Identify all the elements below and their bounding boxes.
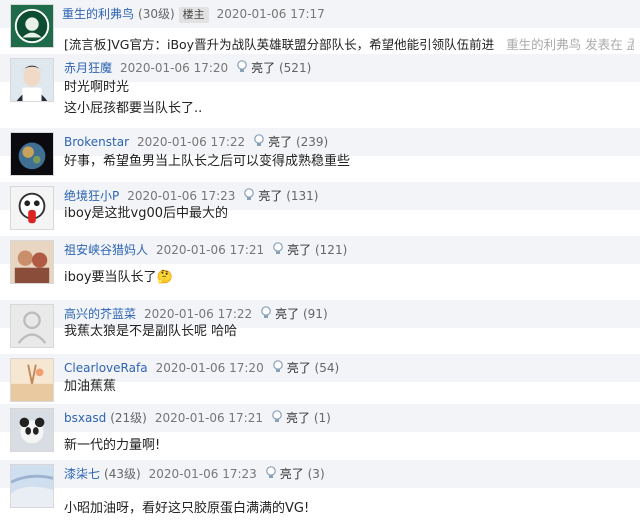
comment-text: 这小屁孩都要当队长了.. (64, 101, 203, 116)
comment-meta: 祖安峡谷猎妈人 2020-01-06 17:21 亮了 (121) (64, 240, 347, 260)
avatar[interactable] (10, 132, 54, 176)
avatar[interactable] (10, 58, 54, 102)
like-button[interactable]: 亮了 (3) (265, 466, 325, 481)
comment-meta: Brokenstar 2020-01-06 17:22 亮了 (239) (64, 132, 328, 152)
like-count: (121) (311, 243, 348, 257)
like-label: 亮了 (285, 411, 310, 425)
comment-text: iboy要当队长了🤔 (64, 270, 173, 285)
comment-author-name[interactable]: 高兴的芥蓝菜 (64, 307, 136, 321)
op-avatar[interactable] (10, 4, 54, 48)
comment-time: 2020-01-06 17:22 (137, 135, 246, 149)
comment-text: 时光啊时光 (64, 80, 130, 95)
like-button[interactable]: 亮了 (54) (272, 360, 340, 375)
comment-author-name[interactable]: 漆柒七 (64, 467, 100, 481)
like-count: (521) (275, 61, 312, 75)
comment-author-name[interactable]: 绝境狂小P (64, 189, 119, 203)
comment-time: 2020-01-06 17:20 (120, 61, 229, 75)
avatar[interactable] (10, 240, 54, 284)
like-button[interactable]: 亮了 (239) (253, 134, 329, 149)
like-label: 亮了 (287, 243, 312, 257)
lightbulb-icon (254, 134, 264, 146)
comment-time: 2020-01-06 17:22 (144, 307, 253, 321)
like-count: (239) (292, 135, 329, 149)
op-title-row: [流言板]VG官方：iBoy晋升为战队英雄联盟分部队长，希望他能引领队伍前进 重生… (64, 36, 634, 54)
like-count: (1) (310, 411, 331, 425)
op-time: 2020-01-06 17:17 (216, 7, 325, 21)
lightbulb-icon (272, 360, 283, 372)
like-label: 亮了 (251, 61, 276, 75)
like-button[interactable]: 亮了 (121) (272, 242, 348, 257)
comment-text: 好事，希望鱼男当上队长之后可以变得成熟稳重些 (64, 154, 351, 169)
like-count: (91) (299, 307, 328, 321)
comment-meta: 赤月狂魔 2020-01-06 17:20 亮了 (521) (64, 58, 311, 78)
comment-text: 我蕉太狼是不是副队长呢 哈哈 (64, 324, 238, 339)
comment-meta: 高兴的芥蓝菜 2020-01-06 17:22 亮了 (91) (64, 304, 328, 324)
like-label: 亮了 (286, 361, 311, 375)
comment-meta: 绝境狂小P 2020-01-06 17:23 亮了 (131) (64, 186, 319, 206)
comment-author-name[interactable]: bsxasd (64, 411, 106, 425)
lightbulb-icon (244, 188, 255, 200)
comment-text: 新一代的力量啊! (64, 438, 161, 453)
like-label: 亮了 (275, 307, 300, 321)
comment-author-name[interactable]: 赤月狂魔 (64, 61, 112, 75)
comment-meta: 漆柒七 (43级) 2020-01-06 17:23 亮了 (3) (64, 464, 325, 484)
comment-author-level: (21级) (110, 411, 147, 425)
lightbulb-icon (273, 242, 283, 254)
like-count: (131) (282, 189, 319, 203)
op-meta: 重生的利弗鸟 (30级) 楼主 2020-01-06 17:17 (62, 4, 325, 24)
starbucks-logo-icon (11, 5, 53, 47)
comment-author-name[interactable]: 祖安峡谷猎妈人 (64, 243, 148, 257)
comment-text: 加油蕉蕉 (64, 379, 117, 394)
comment-author-level: (43级) (104, 467, 141, 481)
op-author-level: (30级) (138, 7, 175, 21)
like-count: (3) (303, 467, 325, 481)
comment-time: 2020-01-06 17:21 (156, 243, 265, 257)
comment-time: 2020-01-06 17:23 (148, 467, 257, 481)
avatar[interactable] (10, 304, 54, 348)
comment-text: 小昭加油呀，看好这只胶原蛋白满满的VG! (64, 501, 310, 516)
lightbulb-icon (265, 466, 276, 478)
avatar[interactable] (10, 358, 54, 402)
lightbulb-icon (237, 60, 247, 72)
comment-time: 2020-01-06 17:20 (155, 361, 264, 375)
comment-author-name[interactable]: Brokenstar (64, 135, 129, 149)
op-trailing-text: 重生的利弗鸟 发表在 孟 (506, 37, 634, 52)
comment-meta: ClearloveRafa 2020-01-06 17:20 亮了 (54) (64, 358, 339, 378)
like-count: (54) (310, 361, 340, 375)
comment-time: 2020-01-06 17:21 (154, 411, 263, 425)
op-author-name[interactable]: 重生的利弗鸟 (62, 7, 134, 21)
comment-text: iboy是这批vg00后中最大的 (64, 206, 228, 221)
avatar[interactable] (10, 408, 54, 452)
lightbulb-icon (261, 306, 271, 318)
like-label: 亮了 (258, 189, 283, 203)
comment-time: 2020-01-06 17:23 (127, 189, 236, 203)
like-button[interactable]: 亮了 (91) (260, 306, 328, 321)
comment-author-name[interactable]: ClearloveRafa (64, 361, 148, 375)
op-badge: 楼主 (178, 7, 209, 23)
avatar[interactable] (10, 186, 54, 230)
avatar[interactable] (10, 464, 54, 508)
lightbulb-icon (272, 410, 282, 422)
like-button[interactable]: 亮了 (1) (271, 410, 331, 425)
like-button[interactable]: 亮了 (131) (243, 188, 319, 203)
op-title-link[interactable]: [流言板]VG官方：iBoy晋升为战队英雄联盟分部队长，希望他能引领队伍前进 (64, 37, 494, 52)
like-button[interactable]: 亮了 (521) (236, 60, 312, 75)
like-label: 亮了 (268, 135, 293, 149)
comment-meta: bsxasd (21级) 2020-01-06 17:21 亮了 (1) (64, 408, 331, 428)
like-label: 亮了 (279, 467, 304, 481)
